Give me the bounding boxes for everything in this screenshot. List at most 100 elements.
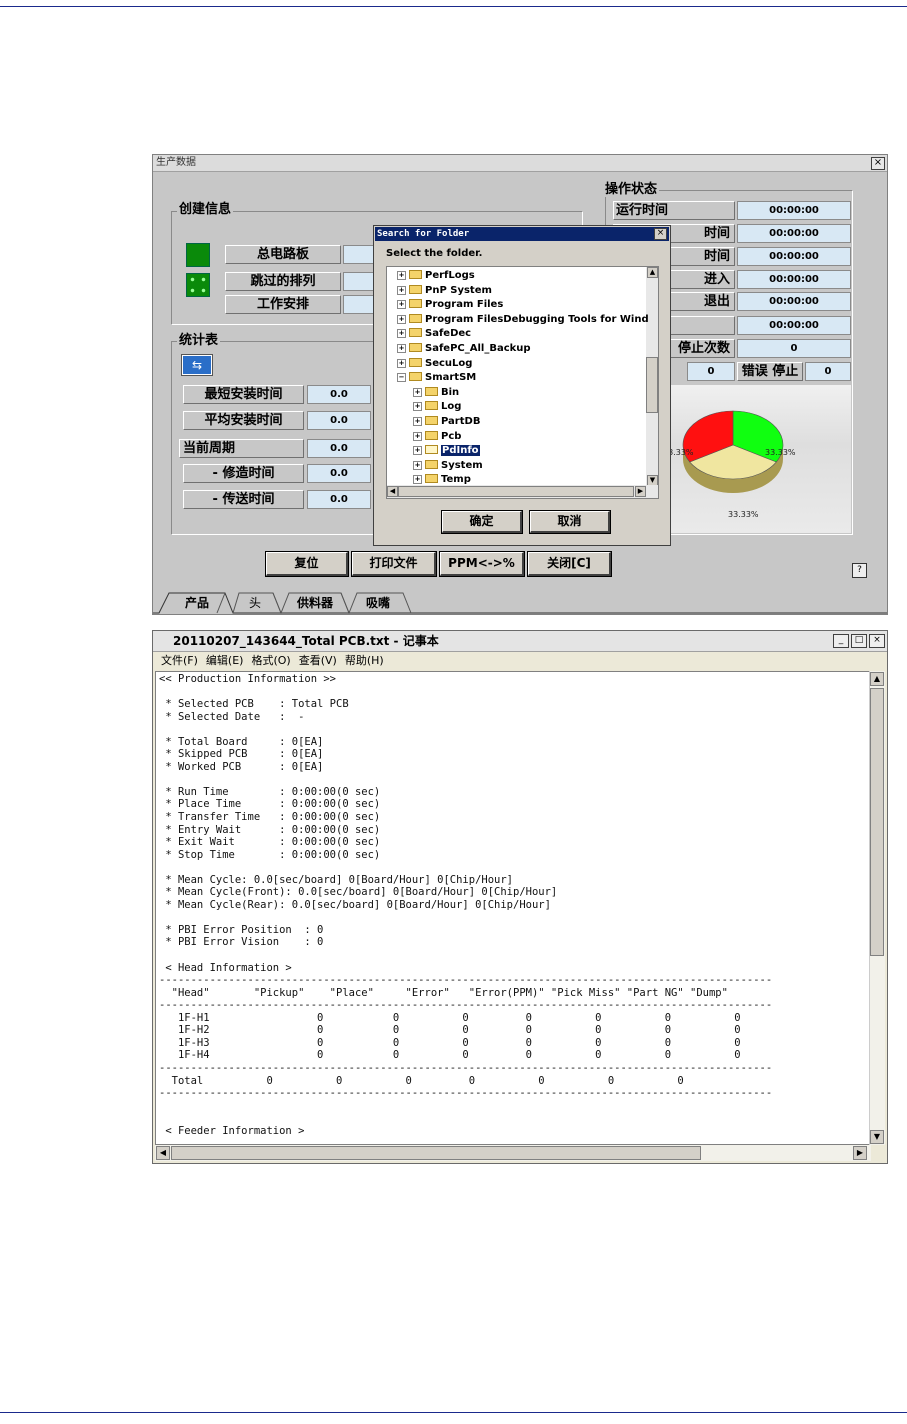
folder-label: PerfLogs: [425, 270, 475, 281]
np-scroll-up[interactable]: ▲: [870, 672, 884, 686]
expand-icon[interactable]: +: [413, 417, 422, 426]
dialog-title: Search for Folder: [375, 227, 669, 241]
menu-view[interactable]: 查看(V): [299, 654, 337, 667]
folder-icon: [409, 284, 422, 294]
help-button[interactable]: ?: [852, 563, 867, 578]
folder-item[interactable]: + SecuLog: [397, 357, 472, 371]
report-text: << Production Information >> * Selected …: [159, 673, 773, 1137]
stat-cycle-value: 0.0: [307, 439, 371, 458]
collapse-icon[interactable]: −: [397, 373, 406, 383]
tab-feeder[interactable]: 供料器: [287, 593, 343, 613]
pie-label: 33.33%: [765, 448, 796, 457]
op-time2-value: 00:00:00: [737, 224, 851, 243]
np-scroll-right[interactable]: ▶: [853, 1146, 867, 1160]
menu-edit[interactable]: 编辑(E): [206, 654, 244, 667]
folder-label: PartDB: [441, 416, 481, 427]
folder-label: Program Files: [425, 299, 504, 311]
folder-icon: [409, 357, 422, 367]
tab-head[interactable]: 头: [237, 593, 273, 613]
folder-label: Log: [441, 401, 462, 413]
close-c-button[interactable]: 关闭[C]: [527, 551, 612, 577]
ppm-toggle-button[interactable]: PPM<->%: [439, 551, 525, 577]
dialog-ok-button[interactable]: 确定: [441, 510, 523, 534]
folder-label: SmartSM: [425, 372, 477, 384]
expand-icon[interactable]: +: [413, 387, 422, 397]
folder-item[interactable]: + Program FilesDebugging Tools for Wind: [397, 313, 649, 327]
folder-label: System: [441, 459, 483, 471]
expand-icon[interactable]: +: [397, 314, 406, 324]
expand-icon[interactable]: +: [413, 431, 422, 441]
close-button[interactable]: ×: [871, 157, 885, 170]
job-label: 工作安排: [225, 295, 341, 314]
scroll-right-arrow[interactable]: ▶: [635, 486, 646, 497]
folder-icon: [425, 401, 438, 411]
stop-count-value: 0: [737, 339, 851, 358]
np-scroll-down[interactable]: ▼: [870, 1130, 884, 1144]
error-stop-label: 错误 停止: [737, 362, 803, 381]
folder-item[interactable]: + Log: [413, 400, 461, 414]
folder-item[interactable]: + PnP System: [397, 284, 492, 298]
expand-icon[interactable]: +: [413, 402, 422, 412]
expand-icon[interactable]: +: [413, 475, 422, 485]
folder-label: Pcb: [441, 430, 462, 442]
folder-label: PnP System: [425, 284, 492, 296]
folder-item[interactable]: + SafePC_All_Backup: [397, 342, 531, 356]
folder-icon: [425, 445, 438, 455]
folder-tree[interactable]: ▲ ▼ ◀ ▶ + PerfLogs + PnP System + Program Fil…: [386, 266, 659, 499]
op-status-legend: 操作状态: [603, 182, 660, 197]
reset-button[interactable]: 复位: [265, 551, 349, 577]
np-hscroll-thumb[interactable]: [171, 1146, 701, 1160]
folder-label: Bin: [441, 386, 460, 398]
folder-item[interactable]: + PartDB: [413, 415, 480, 429]
print-file-button[interactable]: 打印文件: [351, 551, 437, 577]
tab-nozzle[interactable]: 吸嘴: [353, 593, 403, 613]
menu-format[interactable]: 格式(O): [251, 654, 290, 667]
folder-item[interactable]: − SmartSM: [397, 371, 476, 385]
expand-icon[interactable]: +: [397, 300, 406, 310]
folder-item[interactable]: + PdInfo: [413, 444, 480, 458]
stat-min-value: 0.0: [307, 385, 371, 404]
folder-icon: [409, 270, 422, 279]
tab-product[interactable]: 产品: [169, 593, 225, 613]
refresh-icon[interactable]: ⇆: [181, 354, 213, 376]
folder-item[interactable]: + SafeDec: [397, 327, 471, 341]
folder-item[interactable]: + Bin: [413, 386, 459, 400]
expand-icon[interactable]: +: [413, 460, 422, 470]
np-scroll-left[interactable]: ◀: [156, 1146, 170, 1160]
expand-icon[interactable]: +: [397, 329, 406, 339]
dialog-cancel-button[interactable]: 取消: [529, 510, 611, 534]
expand-icon[interactable]: +: [413, 446, 422, 456]
skip-pattern-icon: [186, 273, 210, 297]
total-board-label: 总电路板: [225, 245, 341, 264]
folder-item[interactable]: + Pcb: [413, 430, 461, 444]
notepad-close-button[interactable]: ×: [869, 634, 885, 648]
op-entry-value: 00:00:00: [737, 270, 851, 289]
expand-icon[interactable]: +: [397, 271, 406, 280]
stat-avg-value: 0.0: [307, 411, 371, 430]
folder-item[interactable]: + PerfLogs: [397, 269, 475, 283]
op-run-value: 00:00:00: [737, 201, 851, 220]
folder-item[interactable]: + System: [413, 459, 483, 473]
text-area[interactable]: << Production Information >> * Selected …: [155, 671, 871, 1145]
dialog-close-button[interactable]: ×: [654, 228, 667, 240]
folder-icon: [409, 299, 422, 309]
folder-item[interactable]: + Program Files: [397, 298, 503, 312]
expand-icon[interactable]: +: [397, 344, 406, 353]
dialog-prompt: Select the folder.: [386, 248, 483, 259]
scroll-up-arrow[interactable]: ▲: [647, 267, 658, 278]
maximize-button[interactable]: □: [851, 634, 867, 648]
folder-label: Program FilesDebugging Tools for Wind: [425, 313, 649, 325]
menu-file[interactable]: 文件(F): [161, 654, 198, 667]
folder-label: Temp: [441, 474, 471, 486]
expand-icon[interactable]: +: [397, 358, 406, 368]
minimize-button[interactable]: _: [833, 634, 849, 648]
np-scroll-thumb[interactable]: [870, 688, 884, 956]
hscroll-thumb[interactable]: [398, 486, 634, 497]
expand-icon[interactable]: +: [397, 285, 406, 295]
folder-icon: [409, 372, 422, 382]
menu-help[interactable]: 帮助(H): [345, 654, 384, 667]
top-rule: [0, 6, 907, 7]
folder-item[interactable]: + Temp: [413, 473, 471, 487]
scroll-thumb[interactable]: [646, 357, 658, 413]
scroll-left-arrow[interactable]: ◀: [387, 486, 398, 497]
